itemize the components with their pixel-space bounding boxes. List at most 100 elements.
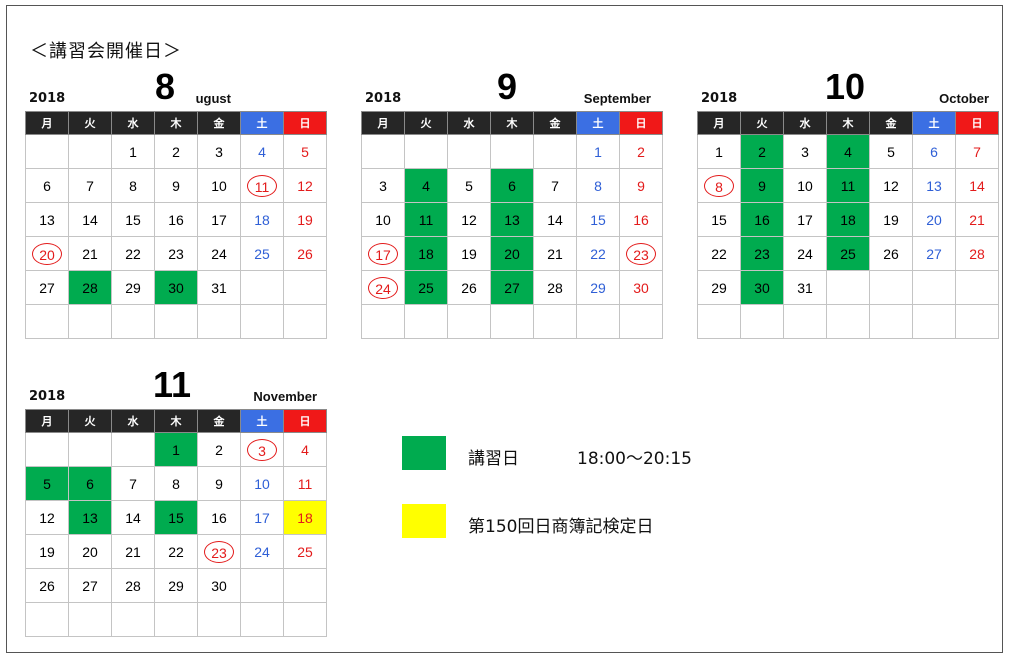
week-row (25, 602, 327, 637)
day-cell: 15 (697, 202, 741, 237)
month-name: ugust (195, 91, 231, 106)
empty-cell (283, 602, 327, 637)
weekday-header: 水 (111, 111, 155, 135)
week-row: 10 11 12 13 14 15 16 (361, 202, 663, 237)
month-number: 10 (825, 66, 866, 107)
day-cell: 9 (197, 466, 241, 501)
empty-cell (68, 432, 112, 467)
day-number: 18 (418, 245, 434, 262)
day-cell: 19 (447, 236, 491, 271)
day-number: 26 (297, 245, 313, 262)
empty-cell (240, 602, 284, 637)
day-number: 11 (840, 177, 856, 194)
day-number: 13 (926, 177, 942, 194)
day-number: 29 (590, 279, 606, 296)
lecture-day-cell: 4 (404, 168, 448, 203)
day-cell: 26 (869, 236, 913, 271)
day-cell: 19 (25, 534, 69, 569)
week-row (25, 304, 327, 339)
day-number: 28 (125, 577, 141, 594)
day-cell: 24 (197, 236, 241, 271)
week-row: 5 6 7 8 9 10 11 (25, 466, 327, 501)
lecture-day-cell: 25 (404, 270, 448, 305)
exam-day-cell: 18 (283, 500, 327, 535)
day-number: 15 (125, 211, 141, 228)
weekday-header-row: 月火水木金土日 (25, 409, 327, 433)
lecture-day-cell: 18 (404, 236, 448, 271)
day-cell: 21 (111, 534, 155, 569)
empty-cell (912, 304, 956, 339)
day-cell: 8 (154, 466, 198, 501)
day-number: 12 (461, 211, 477, 228)
legend-label: 第150回日商簿記検定日 (468, 517, 654, 537)
yellow-swatch (402, 504, 446, 538)
empty-cell (240, 304, 284, 339)
day-cell: 3 (783, 134, 827, 169)
empty-cell (869, 270, 913, 305)
day-number: 19 (883, 211, 899, 228)
month-name: September (583, 91, 651, 106)
day-number: 31 (797, 279, 813, 296)
day-number: 29 (125, 279, 141, 296)
day-cell: 19 (283, 202, 327, 237)
day-cell: 28 (111, 568, 155, 603)
day-cell: 7 (111, 466, 155, 501)
empty-cell (68, 304, 112, 339)
legend-time: 18:00〜20:15 (577, 449, 692, 469)
week-row (697, 304, 999, 339)
day-number: 28 (82, 279, 98, 296)
month-number: 9 (497, 66, 518, 107)
holiday-day-number: 3 (247, 438, 277, 461)
empty-cell (361, 134, 405, 169)
day-cell: 1 (576, 134, 620, 169)
day-cell: 9 (619, 168, 663, 203)
day-cell: 20 (912, 202, 956, 237)
weekday-header: 土 (240, 111, 284, 135)
day-cell: 3 (240, 432, 284, 467)
calendar-november: 2018 11 November 月火水木金土日 1 2 3 4 5 6 7 8 9 10 11 12 1… (25, 364, 327, 637)
day-cell: 17 (783, 202, 827, 237)
lecture-day-cell: 30 (154, 270, 198, 305)
empty-cell (740, 304, 784, 339)
day-cell: 1 (697, 134, 741, 169)
week-row: 24 25 26 27 28 29 30 (361, 270, 663, 305)
day-cell: 16 (154, 202, 198, 237)
day-number: 5 (465, 177, 473, 194)
empty-cell (25, 602, 69, 637)
lecture-day-cell: 25 (826, 236, 870, 271)
empty-cell (955, 270, 999, 305)
weekday-header: 木 (826, 111, 870, 135)
day-cell: 6 (25, 168, 69, 203)
day-number: 8 (594, 177, 602, 194)
holiday-day-number: 23 (204, 540, 234, 563)
week-row (361, 304, 663, 339)
page-title: ＜講習会開催日＞ (30, 41, 182, 62)
day-cell: 14 (111, 500, 155, 535)
day-number: 25 (297, 543, 313, 560)
month-number: 11 (153, 364, 192, 405)
empty-cell (25, 432, 69, 467)
day-number: 20 (82, 543, 98, 560)
weekday-header: 火 (68, 409, 112, 433)
day-number: 7 (86, 177, 94, 194)
empty-cell (25, 134, 69, 169)
empty-cell (111, 602, 155, 637)
empty-cell (111, 304, 155, 339)
day-number: 1 (129, 143, 137, 160)
lecture-day-cell: 11 (826, 168, 870, 203)
empty-cell (404, 134, 448, 169)
empty-cell (783, 304, 827, 339)
day-number: 6 (508, 177, 516, 194)
week-row: 1 2 3 4 5 (25, 134, 327, 169)
day-number: 25 (840, 245, 856, 262)
day-number: 9 (758, 177, 766, 194)
lecture-day-cell: 30 (740, 270, 784, 305)
day-number: 14 (82, 211, 98, 228)
day-number: 22 (125, 245, 141, 262)
day-number: 25 (418, 279, 434, 296)
empty-cell (68, 134, 112, 169)
lecture-day-cell: 27 (490, 270, 534, 305)
empty-cell (576, 304, 620, 339)
weekday-header-row: 月火水木金土日 (697, 111, 999, 135)
week-row: 8 9 10 11 12 13 14 (697, 168, 999, 203)
